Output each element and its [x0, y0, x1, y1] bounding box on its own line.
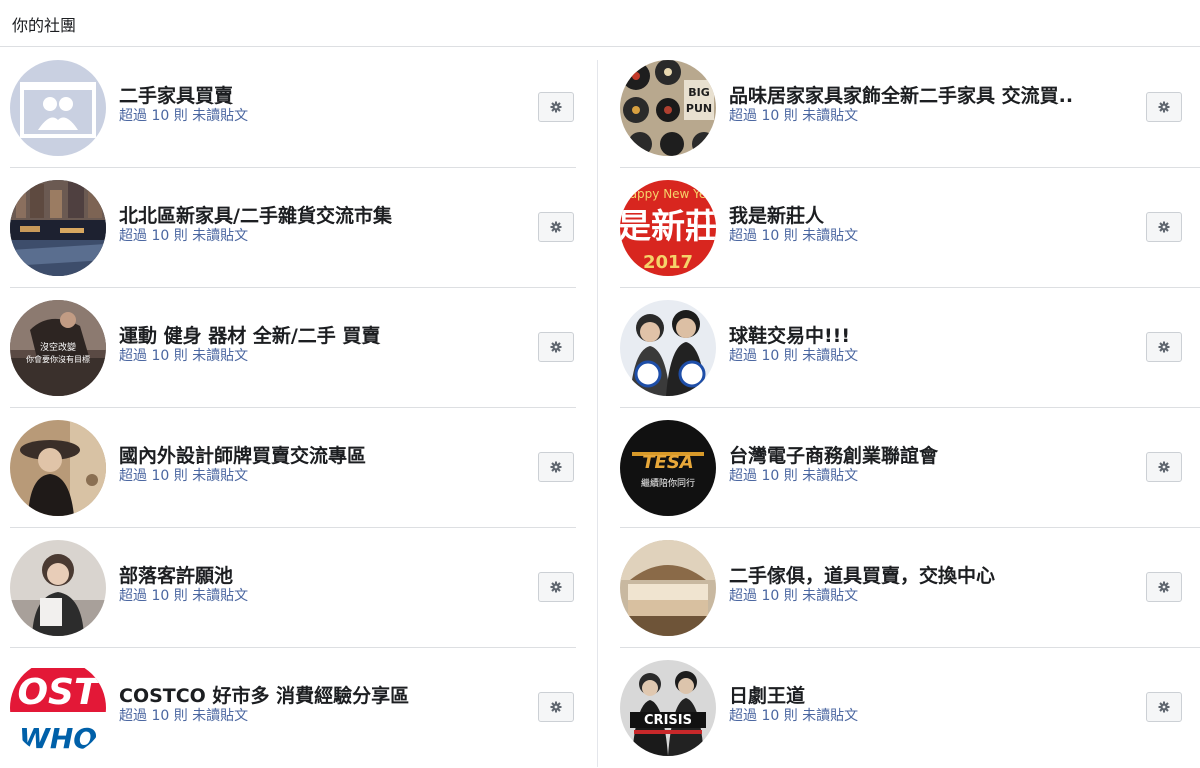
groups-column-left: 二手家具買賣 超過 10 則 未讀貼文 北北區新家具/二手雜貨交流市集 超過 1…	[0, 48, 578, 768]
group-item: 北北區新家具/二手雜貨交流市集 超過 10 則 未讀貼文	[0, 168, 578, 288]
group-item: 國內外設計師牌買賣交流專區 超過 10 則 未讀貼文	[0, 408, 578, 528]
group-item: OST WHO COSTCO 好市多 消費經驗分享區 超過 10 則 未讀貼文	[0, 648, 578, 768]
group-settings-button[interactable]	[538, 692, 574, 722]
group-item: 球鞋交易中!!! 超過 10 則 未讀貼文	[608, 288, 1200, 408]
svg-text:沒空改變: 沒空改變	[40, 341, 76, 353]
unread-posts-link[interactable]: 超過 10 則 未讀貼文	[119, 107, 518, 125]
group-name[interactable]: 我是新莊人	[729, 205, 1146, 227]
gear-icon	[1158, 341, 1170, 353]
unread-posts-link[interactable]: 超過 10 則 未讀貼文	[729, 707, 1146, 725]
group-name[interactable]: 二手傢俱，道具買賣，交換中心	[729, 565, 1146, 587]
svg-text:OST: OST	[17, 672, 101, 713]
gear-icon	[550, 101, 562, 113]
new-year-avatar[interactable]: appy New Ye 是新莊 2017	[620, 180, 716, 276]
page-title: 你的社團	[12, 16, 77, 35]
group-item: appy New Ye 是新莊 2017 我是新莊人 超過 10 則 未讀貼文	[608, 168, 1200, 288]
unread-posts-link[interactable]: 超過 10 則 未讀貼文	[119, 587, 518, 605]
unread-posts-link[interactable]: 超過 10 則 未讀貼文	[729, 107, 1146, 125]
gear-icon	[1158, 581, 1170, 593]
svg-text:CRISIS: CRISIS	[644, 713, 692, 728]
unread-posts-link[interactable]: 超過 10 則 未讀貼文	[729, 587, 1146, 605]
group-settings-button[interactable]	[538, 92, 574, 122]
bedroom-avatar[interactable]	[620, 540, 716, 636]
costco-avatar[interactable]: OST WHO	[10, 660, 106, 756]
svg-text:PUN: PUN	[686, 102, 712, 115]
svg-text:TESA: TESA	[642, 452, 693, 473]
canal-city-avatar[interactable]	[10, 180, 106, 276]
group-name[interactable]: 台灣電子商務創業聯誼會	[729, 445, 1146, 467]
people-avatar[interactable]	[620, 300, 716, 396]
header: 你的社團	[0, 0, 1200, 47]
group-settings-button[interactable]	[538, 212, 574, 242]
blogger-avatar[interactable]	[10, 540, 106, 636]
unread-posts-link[interactable]: 超過 10 則 未讀貼文	[729, 467, 1146, 485]
unread-posts-link[interactable]: 超過 10 則 未讀貼文	[729, 347, 1146, 365]
svg-text:繼續陪你同行: 繼續陪你同行	[641, 477, 695, 489]
svg-text:BIG: BIG	[688, 86, 710, 99]
group-item: BIG PUN 品味居家家具家飾全新二手家具 交流買.. 超過 10 則 未讀貼…	[608, 48, 1200, 168]
gear-icon	[1158, 101, 1170, 113]
group-settings-button[interactable]	[538, 572, 574, 602]
group-name[interactable]: COSTCO 好市多 消費經驗分享區	[119, 685, 518, 707]
group-settings-button[interactable]	[1146, 572, 1182, 602]
svg-text:是新莊: 是新莊	[620, 207, 716, 247]
group-item: 二手傢俱，道具買賣，交換中心 超過 10 則 未讀貼文	[608, 528, 1200, 648]
gear-icon	[1158, 221, 1170, 233]
gear-icon	[1158, 461, 1170, 473]
group-name[interactable]: 國內外設計師牌買賣交流專區	[119, 445, 518, 467]
column-divider	[597, 60, 598, 767]
unread-posts-link[interactable]: 超過 10 則 未讀貼文	[119, 347, 518, 365]
groups-column-right: BIG PUN 品味居家家具家飾全新二手家具 交流買.. 超過 10 則 未讀貼…	[608, 48, 1200, 768]
group-settings-button[interactable]	[1146, 332, 1182, 362]
records-avatar[interactable]: BIG PUN	[620, 60, 716, 156]
group-item: 部落客許願池 超過 10 則 未讀貼文	[0, 528, 578, 648]
group-name[interactable]: 球鞋交易中!!!	[729, 325, 1146, 347]
group-settings-button[interactable]	[1146, 212, 1182, 242]
fashion-avatar[interactable]	[10, 420, 106, 516]
fitness-avatar[interactable]: 沒空改變 你會要你沒有目標	[10, 300, 106, 396]
group-item: TESA 繼續陪你同行 台灣電子商務創業聯誼會 超過 10 則 未讀貼文	[608, 408, 1200, 528]
group-name[interactable]: 二手家具買賣	[119, 85, 518, 107]
unread-posts-link[interactable]: 超過 10 則 未讀貼文	[119, 707, 518, 725]
group-settings-button[interactable]	[538, 332, 574, 362]
placeholder-avatar[interactable]	[10, 60, 106, 156]
group-settings-button[interactable]	[1146, 452, 1182, 482]
svg-text:WHO: WHO	[19, 722, 97, 755]
group-settings-button[interactable]	[1146, 692, 1182, 722]
gear-icon	[550, 221, 562, 233]
gear-icon	[550, 341, 562, 353]
group-settings-button[interactable]	[538, 452, 574, 482]
group-name[interactable]: 北北區新家具/二手雜貨交流市集	[119, 205, 518, 227]
group-settings-button[interactable]	[1146, 92, 1182, 122]
group-name[interactable]: 部落客許願池	[119, 565, 518, 587]
gear-icon	[550, 461, 562, 473]
svg-text:2017: 2017	[643, 252, 693, 273]
group-name[interactable]: 品味居家家具家飾全新二手家具 交流買..	[729, 85, 1146, 107]
unread-posts-link[interactable]: 超過 10 則 未讀貼文	[729, 227, 1146, 245]
unread-posts-link[interactable]: 超過 10 則 未讀貼文	[119, 467, 518, 485]
gear-icon	[550, 701, 562, 713]
unread-posts-link[interactable]: 超過 10 則 未讀貼文	[119, 227, 518, 245]
group-item: 沒空改變 你會要你沒有目標 運動 健身 器材 全新/二手 買賣 超過 10 則 …	[0, 288, 578, 408]
gear-icon	[550, 581, 562, 593]
group-name[interactable]: 日劇王道	[729, 685, 1146, 707]
gear-icon	[1158, 701, 1170, 713]
group-name[interactable]: 運動 健身 器材 全新/二手 買賣	[119, 325, 518, 347]
group-item: 二手家具買賣 超過 10 則 未讀貼文	[0, 48, 578, 168]
svg-text:你會要你沒有目標: 你會要你沒有目標	[26, 354, 90, 364]
drama-avatar[interactable]: CRISIS	[620, 660, 716, 756]
tesa-avatar[interactable]: TESA 繼續陪你同行	[620, 420, 716, 516]
svg-text:appy New Ye: appy New Ye	[630, 187, 707, 201]
group-item: CRISIS 日劇王道 超過 10 則 未讀貼文	[608, 648, 1186, 768]
